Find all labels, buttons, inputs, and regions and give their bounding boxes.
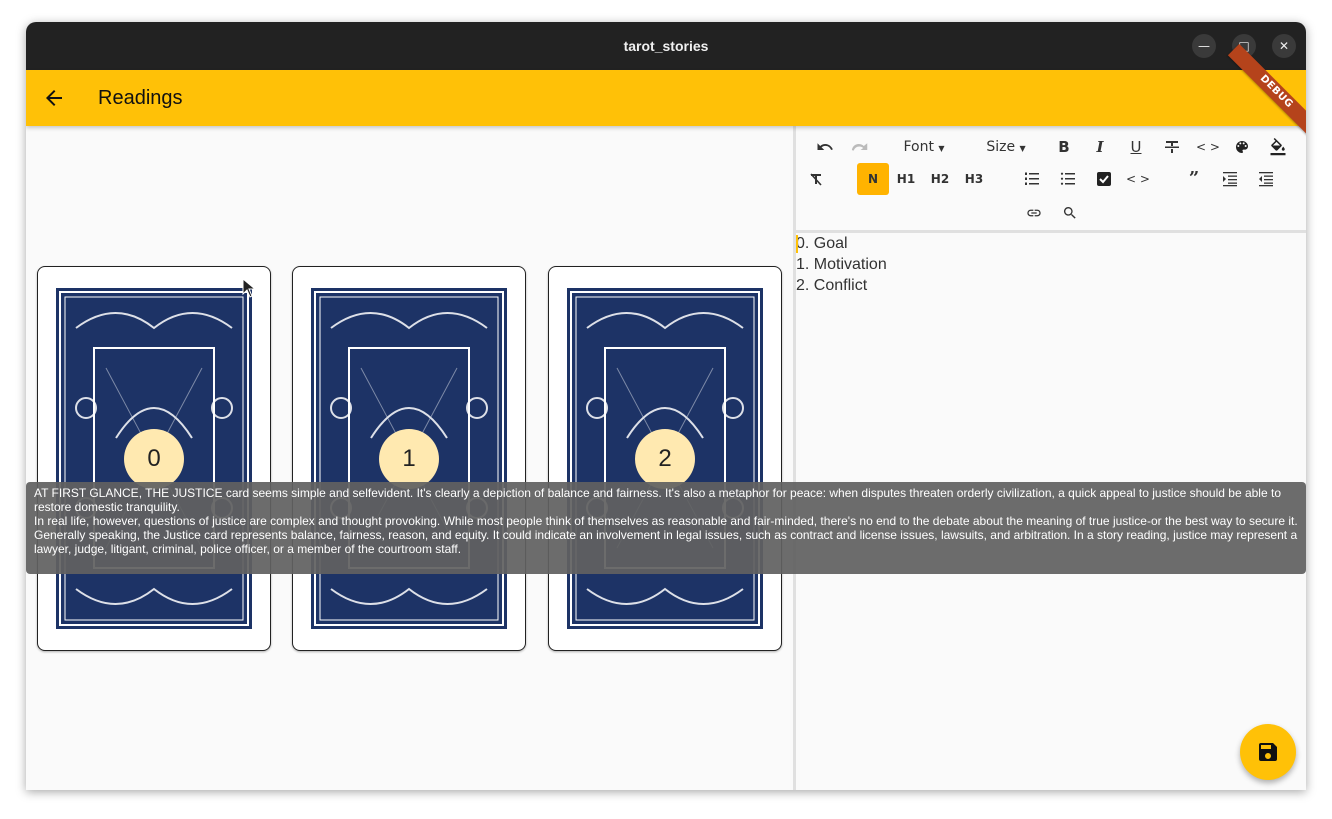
italic-icon: I	[1096, 138, 1104, 156]
close-button[interactable]: ✕	[1272, 34, 1296, 58]
inline-code-button[interactable]: < >	[1194, 132, 1222, 162]
quote-icon: ”	[1188, 168, 1200, 189]
fill-color-icon	[1270, 137, 1286, 155]
indent-increase-icon	[1223, 171, 1237, 186]
close-icon: ✕	[1278, 39, 1290, 53]
editor-panel: Font ▼ Size ▼ B I U < > N H1 H2 H3 < > ”…	[796, 126, 1306, 790]
underline-button[interactable]: U	[1122, 132, 1150, 162]
search-button[interactable]	[1056, 198, 1084, 228]
tooltip-paragraph: AT FIRST GLANCE, THE JUSTICE card seems …	[34, 486, 1281, 514]
link-button[interactable]	[1020, 198, 1048, 228]
editor-line: 0. Goal	[796, 235, 848, 252]
ordered-list-button[interactable]	[1018, 164, 1046, 194]
palette-icon	[1236, 140, 1248, 153]
editor-line: 1. Motivation	[796, 256, 887, 273]
checkbox-icon	[1097, 171, 1111, 186]
text-color-button[interactable]	[1228, 132, 1256, 162]
mouse-pointer-icon	[242, 278, 256, 298]
undo-icon	[817, 142, 833, 150]
code-icon: < >	[1196, 140, 1220, 154]
undo-button[interactable]	[810, 132, 840, 162]
bullet-list-icon	[1060, 172, 1075, 185]
link-icon	[1027, 209, 1041, 216]
card-index-badge: 2	[635, 429, 695, 489]
style-normal-button[interactable]: N	[857, 163, 889, 195]
numbered-list-icon	[1025, 172, 1039, 185]
underline-icon: U	[1130, 138, 1142, 156]
background-color-button[interactable]	[1264, 132, 1292, 162]
window-titlebar: tarot_stories — □ ✕	[26, 22, 1306, 70]
arrow-back-icon	[46, 90, 62, 106]
save-button[interactable]	[1240, 724, 1296, 780]
code-block-icon: < >	[1126, 172, 1150, 186]
font-dropdown[interactable]: Font ▼	[894, 132, 954, 162]
minimize-icon: —	[1198, 39, 1210, 53]
clear-format-icon	[810, 172, 822, 186]
style-h1-button[interactable]: H1	[892, 164, 920, 194]
window-title: tarot_stories	[623, 38, 709, 54]
search-icon	[1063, 206, 1076, 219]
tarot-card[interactable]: 2	[548, 266, 782, 651]
redo-icon	[851, 142, 868, 151]
editor-line: 2. Conflict	[796, 277, 868, 294]
redo-button[interactable]	[844, 132, 874, 162]
quote-button[interactable]: ”	[1180, 164, 1208, 194]
editor-toolbar: Font ▼ Size ▼ B I U < > N H1 H2 H3 < > ”	[796, 126, 1306, 230]
tarot-card[interactable]: 0	[37, 266, 271, 651]
save-icon	[1259, 743, 1277, 761]
bullet-list-button[interactable]	[1054, 164, 1082, 194]
font-dropdown-label: Font	[903, 139, 934, 155]
card-meaning-tooltip: AT FIRST GLANCE, THE JUSTICE card seems …	[26, 482, 1306, 574]
size-dropdown-label: Size	[986, 139, 1016, 155]
dropdown-arrow-icon: ▼	[1019, 144, 1026, 153]
code-block-button[interactable]: < >	[1124, 164, 1152, 194]
tooltip-paragraph: Generally speaking, the Justice card rep…	[34, 528, 1298, 556]
cards-panel: 0 1 2	[26, 126, 793, 790]
card-index-badge: 0	[124, 429, 184, 489]
tarot-card[interactable]: 1	[292, 266, 526, 651]
style-h2-button[interactable]: H2	[926, 164, 954, 194]
indent-decrease-button[interactable]	[1252, 164, 1280, 194]
bold-button[interactable]: B	[1050, 132, 1078, 162]
dropdown-arrow-icon: ▼	[938, 144, 945, 153]
style-h3-button[interactable]: H3	[960, 164, 988, 194]
minimize-button[interactable]: —	[1192, 34, 1216, 58]
strikethrough-icon	[1165, 140, 1179, 153]
card-index-badge: 1	[379, 429, 439, 489]
back-button[interactable]	[42, 86, 66, 110]
app-window: tarot_stories — □ ✕ Readings DEBUG 0 1 2	[26, 22, 1306, 790]
italic-button[interactable]: I	[1086, 132, 1114, 162]
page-title: Readings	[98, 87, 183, 109]
tooltip-paragraph: In real life, however, questions of just…	[34, 514, 1298, 528]
bold-icon: B	[1058, 138, 1070, 156]
indent-increase-button[interactable]	[1216, 164, 1244, 194]
indent-decrease-icon	[1259, 171, 1273, 186]
strikethrough-button[interactable]	[1158, 132, 1186, 162]
rich-text-editor[interactable]: 0. Goal 1. Motivation 2. Conflict	[796, 233, 1306, 296]
app-bar: Readings DEBUG	[26, 43, 1306, 141]
checklist-button[interactable]	[1090, 164, 1118, 194]
clear-format-button[interactable]	[802, 164, 830, 194]
size-dropdown[interactable]: Size ▼	[978, 132, 1034, 162]
text-cursor	[796, 235, 798, 253]
